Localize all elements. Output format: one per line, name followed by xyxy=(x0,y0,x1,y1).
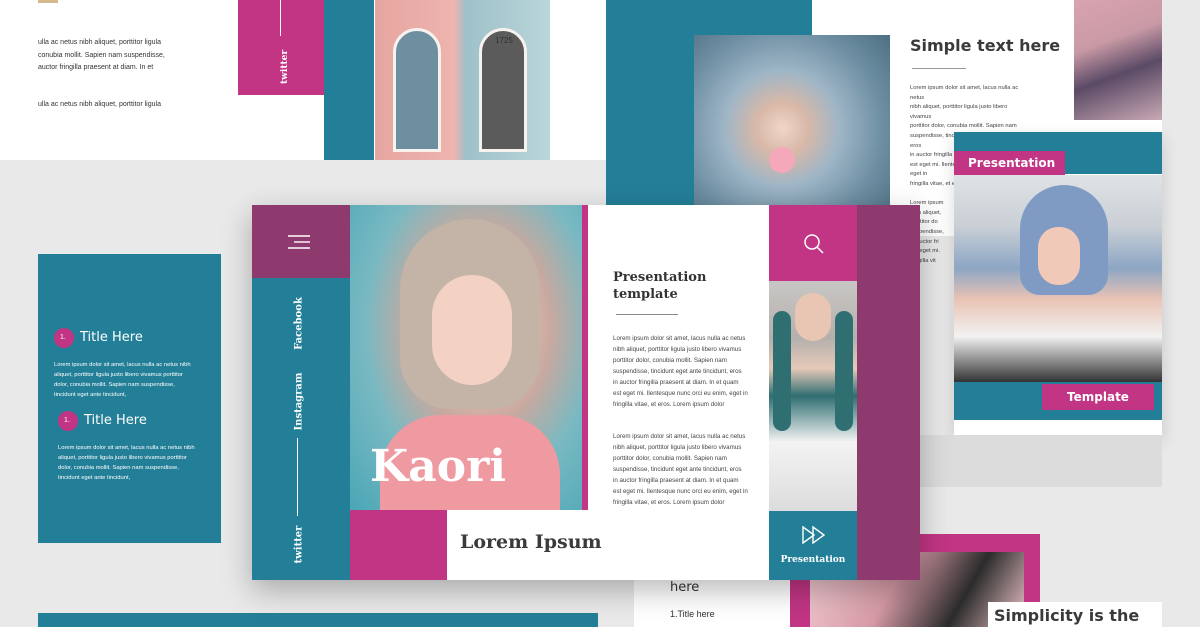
paragraph-2: Lorem ipsum dolor sit amet, lacus nulla … xyxy=(613,431,753,508)
template-label: Template xyxy=(1042,384,1154,410)
photo-hat-model xyxy=(1074,0,1162,120)
item-title: Title Here xyxy=(84,413,147,428)
face xyxy=(1038,227,1080,285)
divider xyxy=(280,0,281,36)
bottom-white: Simplicity is the xyxy=(988,602,1162,627)
photo-blue-hair xyxy=(954,175,1162,382)
item-title: Title Here xyxy=(80,330,143,345)
magenta-panel: twitter xyxy=(238,0,324,95)
here-text: here xyxy=(670,580,700,595)
item-text: Lorem ipsum dolor sit amet, lacus nulla … xyxy=(54,360,214,400)
slide-bottom-left xyxy=(38,613,598,627)
number-label: 1. xyxy=(64,417,70,424)
slide-top-left: ulla ac netus nibh aliquet, porttitor li… xyxy=(0,0,238,160)
photo-bubblegum xyxy=(694,35,890,205)
text-line: porttitor dolor, conubia mollit. Sapien … xyxy=(910,123,1017,130)
door-number: 1725 xyxy=(495,36,513,45)
item-text: Lorem ipsum dolor sit amet, lacus nulla … xyxy=(58,443,218,483)
social-twitter[interactable]: twitter xyxy=(294,510,305,580)
text-line: est eget mi. Ilentesque nunc orci eu eni… xyxy=(613,488,748,495)
paragraph-1: Lorem ipsum dolor sit amet, lacus nulla … xyxy=(613,333,753,410)
title-item: 1.Title here xyxy=(670,609,715,619)
text-line: conubia mollit. Sapien nam suspendisse, xyxy=(38,52,165,59)
text-line: dolor, conubia mollit. Sapien nam suspen… xyxy=(54,382,175,388)
title-underline xyxy=(912,68,966,69)
text-line: fringilla vitae, et eros. Lorem ipsum do… xyxy=(613,401,725,408)
social-sidebar: Facebook Instagram twitter xyxy=(252,278,350,580)
magenta-footer-block xyxy=(350,510,447,580)
text-line: in auctor fringilla praesent at diam. In… xyxy=(613,379,739,386)
text-line: nibh aliquet, porttitor ligula justo lib… xyxy=(613,346,742,353)
door-right xyxy=(479,28,527,152)
accent-block xyxy=(38,0,58,3)
face xyxy=(432,275,512,385)
text-line: Lorem ipsum dolor sit amet, lacus nulla … xyxy=(613,433,746,440)
main-slide: Facebook Instagram twitter Kaori Lorem I… xyxy=(252,205,920,580)
text-line: Lorem ipsum dolor sit amet, lacus nulla … xyxy=(613,335,746,342)
menu-icon[interactable] xyxy=(288,234,312,250)
presentation-label: Presentation xyxy=(954,151,1065,175)
text-line: porttitor dolor, conubia mollit. Sapien … xyxy=(613,357,727,364)
social-instagram[interactable]: Instagram xyxy=(294,367,305,437)
search-icon[interactable] xyxy=(803,233,825,255)
presentation-label: Presentation xyxy=(780,555,846,565)
text-line: Lorem ipsum dolor sit amet, lacus nulla … xyxy=(910,85,1019,101)
text-line: Lorem ipsum dolor sit amet, lacus nulla … xyxy=(54,362,191,368)
heading: Presentation template xyxy=(613,270,707,302)
text-line: Lorem ipsum dolor sit amet, lacus nulla … xyxy=(58,445,195,451)
hero-title: Kaori xyxy=(370,441,506,492)
text-line: auctor fringilla praesent at diam. In et xyxy=(38,64,154,71)
text-line: suspendisse, tincidunt eget ante tincidu… xyxy=(613,466,742,473)
teal-panel xyxy=(324,0,374,160)
face xyxy=(795,293,831,341)
heading-underline xyxy=(616,314,678,315)
divider xyxy=(297,438,298,516)
text-line: tincidunt eget ante tincidunt, xyxy=(54,392,127,398)
text-line: ulla ac netus nibh aliquet, porttitor li… xyxy=(38,39,161,46)
text-line: porttitor dolor, conubia mollit. Sapien … xyxy=(613,455,727,462)
text-line: nibh aliquet, porttitor ligula justo lib… xyxy=(910,104,1008,120)
text-line: est eget mi. Ilentesque nunc orci eu eni… xyxy=(613,390,748,397)
text-line: fringilla vitae, et eros. Lorem ipsum do… xyxy=(613,499,725,506)
fast-forward-icon[interactable] xyxy=(801,525,827,545)
plum-column xyxy=(857,205,920,580)
social-twitter[interactable]: twitter xyxy=(280,50,290,84)
magenta-stripe xyxy=(582,205,588,510)
text-line: ulla ac netus nibh aliquet, porttitor li… xyxy=(38,101,161,108)
slide-top-mid: twitter 1725 xyxy=(238,0,606,160)
slide-right: Presentation Template xyxy=(954,132,1162,435)
text-line: nibh aliquet, porttitor ligula justo lib… xyxy=(613,444,742,451)
photo-pigtails xyxy=(769,281,857,511)
text-line: aliquet, porttitor ligula justo libero v… xyxy=(54,372,183,378)
text-line: in auctor fringilla praesent at diam. In… xyxy=(613,477,739,484)
simplicity-text: Simplicity is the xyxy=(994,606,1140,625)
slide-title: Simple text here xyxy=(910,36,1061,55)
search-box[interactable] xyxy=(769,205,857,281)
pigtail-right xyxy=(835,311,853,431)
text-line: dolor, conubia mollit. Sapien nam suspen… xyxy=(58,465,179,471)
social-facebook[interactable]: Facebook xyxy=(294,289,305,359)
door-left xyxy=(393,28,441,152)
text-line: tincidunt eget ante tincidunt, xyxy=(58,475,131,481)
grey-strip xyxy=(920,435,1162,487)
text-line: aliquet, porttitor ligula justo libero v… xyxy=(58,455,187,461)
number-label: 1. xyxy=(60,334,66,341)
photo-doors: 1725 xyxy=(375,0,550,160)
footer-title: Lorem Ipsum xyxy=(460,531,602,553)
bubble xyxy=(769,147,795,173)
pigtail-left xyxy=(773,311,791,431)
menu-box[interactable] xyxy=(252,205,350,278)
text-line: suspendisse, tincidunt eget ante tincidu… xyxy=(613,368,742,375)
presentation-box[interactable]: Presentation xyxy=(769,511,857,580)
slide-left: 1. Title Here Lorem ipsum dolor sit amet… xyxy=(38,254,221,543)
